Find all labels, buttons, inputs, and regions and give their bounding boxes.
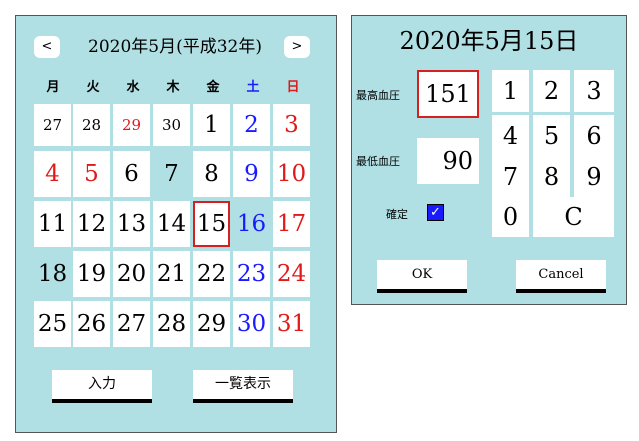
calendar-day[interactable]: 5 [73,151,110,197]
calendar-day[interactable]: 14 [153,201,190,247]
cancel-button[interactable]: Cancel [516,260,606,293]
calendar-day[interactable]: 2 [233,104,270,146]
calendar-day[interactable]: 4 [34,151,71,197]
calendar-day[interactable]: 22 [193,251,230,297]
calendar-day[interactable]: 27 [34,104,71,146]
weekday-label: 土 [246,80,260,95]
ok-button[interactable]: OK [377,260,467,293]
calendar-day[interactable]: 3 [273,104,310,146]
calendar-day[interactable]: 26 [73,301,110,347]
systolic-label: 最高血圧 [356,89,400,102]
weekday-label: 木 [166,80,180,95]
calendar-panel: < 2020年5月(平成32年) > 月火水木金土日 27 28 29 30 1 2 3 4 5… [15,15,337,433]
weekday-label: 水 [126,80,140,95]
calendar-day[interactable]: 8 [193,151,230,197]
keypad-key-3[interactable]: 3 [574,70,614,112]
keypad-key-5[interactable]: 5 [533,115,570,157]
weekday-label: 日 [286,80,300,95]
confirm-label: 確定 [386,208,408,221]
calendar-day[interactable]: 29 [113,104,150,146]
calendar-day[interactable]: 17 [273,201,310,247]
weekday-label: 月 [46,80,60,95]
diastolic-label: 最低血圧 [356,155,400,168]
calendar-day[interactable]: 19 [73,251,110,297]
calendar-day[interactable]: 12 [73,201,110,247]
keypad-key-8[interactable]: 8 [533,156,570,198]
calendar-day[interactable]: 10 [273,151,310,197]
calendar-day[interactable]: 7 [153,151,190,197]
keypad-key-4[interactable]: 4 [492,115,529,157]
keypad-key-1[interactable]: 1 [492,70,529,112]
list-view-button[interactable]: 一覧表示 [193,370,293,403]
calendar-day[interactable]: 29 [193,301,230,347]
keypad-clear-button[interactable]: C [533,197,614,237]
prev-month-button[interactable]: < [34,36,60,58]
calendar-day[interactable]: 27 [113,301,150,347]
calendar-day[interactable]: 13 [113,201,150,247]
input-button[interactable]: 入力 [52,370,152,403]
calendar-day[interactable]: 20 [113,251,150,297]
keypad-key-6[interactable]: 6 [574,115,614,157]
keypad-key-7[interactable]: 7 [492,156,529,198]
calendar-day[interactable]: 30 [153,104,190,146]
calendar-day[interactable]: 18 [34,251,71,297]
calendar-day[interactable]: 28 [153,301,190,347]
keypad-key-2[interactable]: 2 [533,70,570,112]
diastolic-input[interactable]: 90 [417,138,479,184]
systolic-input[interactable]: 151 [417,70,479,118]
selected-date-title: 2020年5月15日 [399,27,579,55]
calendar-day[interactable]: 28 [73,104,110,146]
calendar-day[interactable]: 31 [273,301,310,347]
calendar-title: 2020年5月(平成32年) [88,37,262,57]
calendar-day[interactable]: 6 [113,151,150,197]
calendar-day[interactable]: 23 [233,251,270,297]
calendar-day[interactable]: 16 [233,201,270,247]
next-month-button[interactable]: > [284,36,310,58]
calendar-day-selected[interactable]: 15 [193,201,230,247]
calendar-day[interactable]: 1 [193,104,230,146]
keypad-key-0[interactable]: 0 [492,197,529,237]
calendar-day[interactable]: 21 [153,251,190,297]
keypad-key-9[interactable]: 9 [574,156,614,198]
blood-pressure-panel: 2020年5月15日 最高血圧 151 最低血圧 90 確定 ✓ 1234567… [351,15,627,305]
check-icon: ✓ [430,205,441,220]
calendar-day[interactable]: 24 [273,251,310,297]
confirm-checkbox[interactable]: ✓ [427,204,444,221]
weekday-label: 火 [86,80,100,95]
calendar-day[interactable]: 25 [34,301,71,347]
calendar-day[interactable]: 9 [233,151,270,197]
calendar-day[interactable]: 30 [233,301,270,347]
calendar-day[interactable]: 11 [34,201,71,247]
weekday-label: 金 [206,80,220,95]
